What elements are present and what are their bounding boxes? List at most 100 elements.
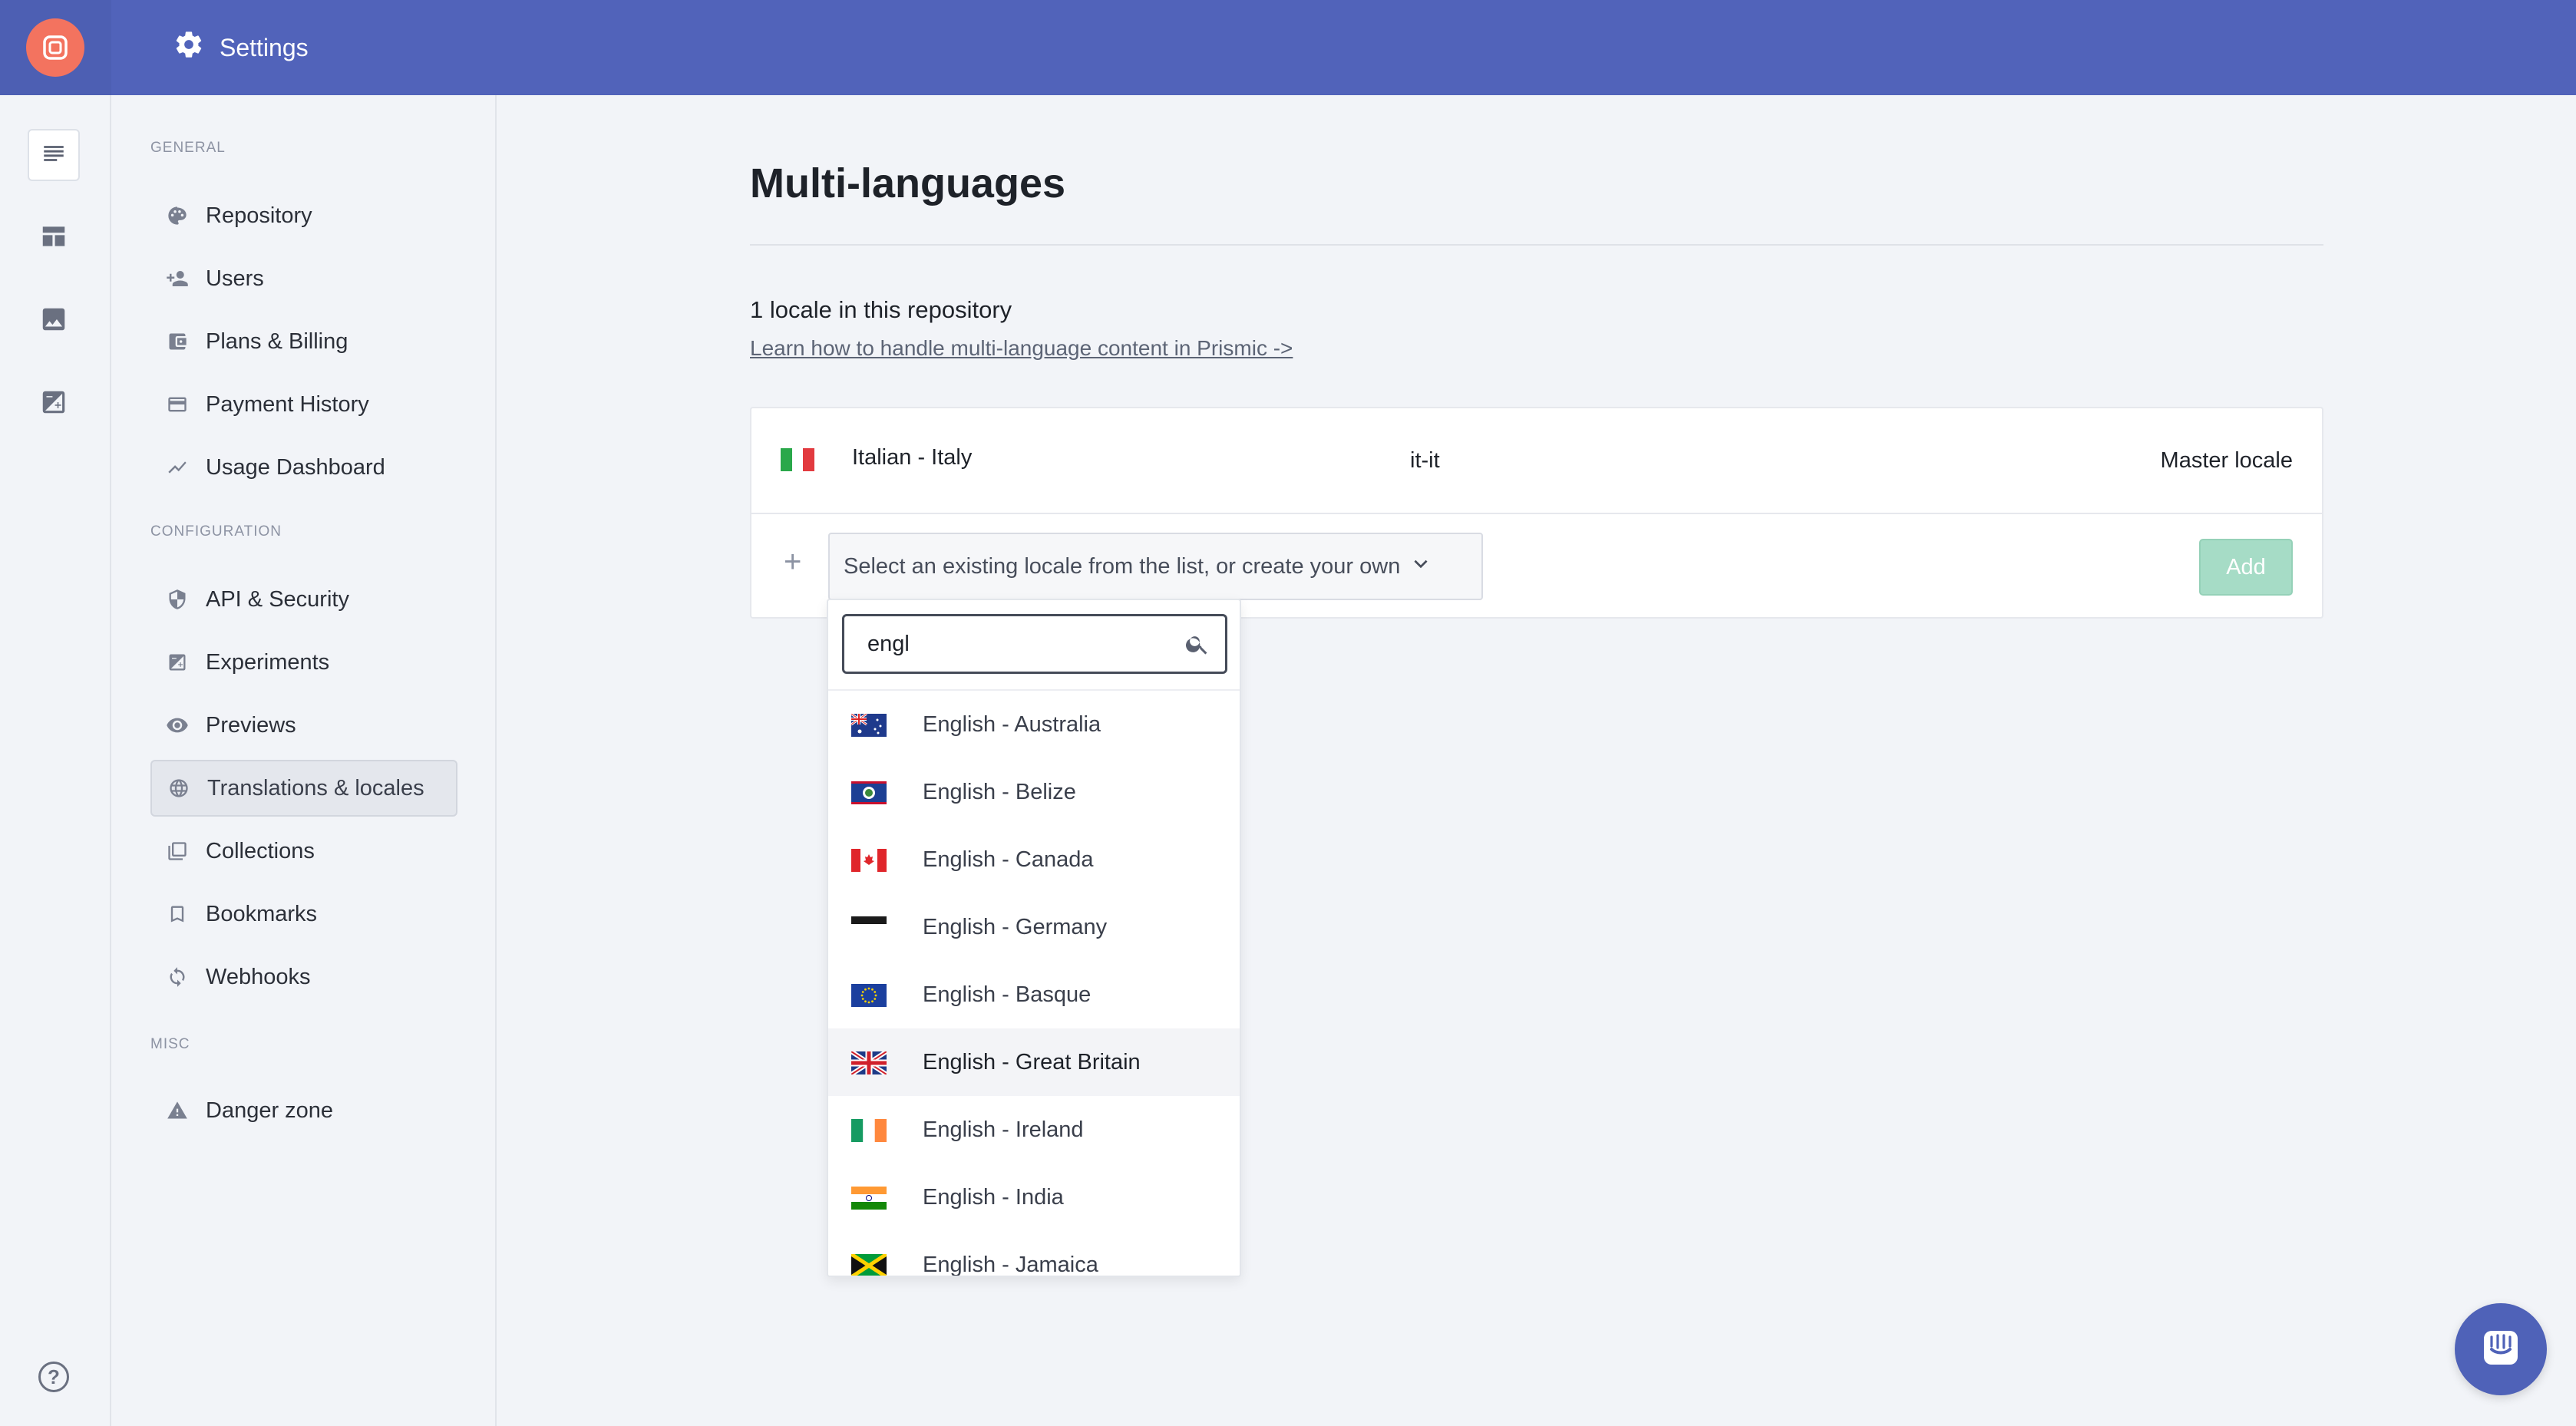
prismic-logo[interactable] [26,18,84,77]
plus-icon: + [784,545,802,579]
locale-option[interactable]: English - Belize [828,758,1240,826]
sidebar-item-label: Users [206,266,264,291]
page-header-title: Settings [220,33,309,61]
section-label-general: General [150,140,226,156]
sidebar-item-label: Usage Dashboard [206,454,385,480]
sidebar-item-experiments[interactable]: Experiments [150,634,457,691]
locale-option[interactable]: English - Australia [828,691,1240,758]
chevron-down-icon [1411,553,1431,579]
locale-code: it-it [1410,448,1440,473]
document-list-icon [41,140,67,170]
sidebar-item-webhooks[interactable]: Webhooks [150,949,457,1005]
locale-option-label: English - India [923,1184,1064,1210]
sidebar-item-label: API & Security [206,586,349,612]
add-user-icon [166,267,189,290]
image-icon [39,305,68,338]
eu-flag-icon [851,984,887,1007]
custom-types-nav-button[interactable] [28,212,80,264]
wallet-icon [166,330,189,353]
sidebar-item-users[interactable]: Users [150,250,457,307]
uk-flag-icon [851,1051,887,1074]
gear-icon [173,29,204,66]
page-header: Settings [173,28,309,68]
add-locale-button[interactable]: Add [2199,539,2293,596]
locale-option[interactable]: English - India [828,1164,1240,1231]
locale-option[interactable]: English - Germany [828,893,1240,961]
sidebar-item-usage-dashboard[interactable]: Usage Dashboard [150,439,457,496]
sidebar-item-payment-history[interactable]: Payment History [150,376,457,433]
divider [750,244,2323,246]
chat-icon [2479,1326,2522,1373]
italy-flag-icon [781,448,815,471]
palette-icon [166,204,189,227]
chat-support-button[interactable] [2455,1303,2547,1395]
sidebar-item-api-security[interactable]: API & Security [150,571,457,628]
germany-flag-icon [851,916,887,939]
icon-rail: ? [0,95,111,1426]
locale-option[interactable]: English - Great Britain [828,1028,1240,1096]
sidebar-item-label: Previews [206,712,296,738]
learn-more-link[interactable]: Learn how to handle multi-language conte… [750,336,1293,361]
locale-option-label: English - Basque [923,982,1091,1007]
sidebar-item-label: Bookmarks [206,901,318,926]
locale-option[interactable]: English - Jamaica [828,1231,1240,1277]
settings-sidebar: General Repository Users Plans & Billing… [111,95,497,1426]
sidebar-item-label: Translations & locales [207,775,424,800]
credit-card-icon [166,393,189,416]
table-layout-icon [39,222,68,255]
experiments-nav-button[interactable] [28,378,80,430]
sidebar-item-label: Danger zone [206,1098,334,1123]
sidebar-item-label: Experiments [206,649,330,675]
locale-option-label: English - Great Britain [923,1049,1141,1074]
bookmark-icon [166,903,189,926]
locale-dropdown: English - Australia English - Belize Eng… [827,599,1241,1277]
sidebar-item-translations-locales[interactable]: Translations & locales [150,760,457,817]
sync-icon [166,966,189,989]
sidebar-item-repository[interactable]: Repository [150,187,457,244]
locale-option-label: English - Germany [923,914,1108,939]
locale-option-label: English - Canada [923,847,1094,872]
sidebar-item-label: Repository [206,203,312,228]
sidebar-item-previews[interactable]: Previews [150,697,457,754]
locale-option[interactable]: English - Canada [828,826,1240,893]
warning-icon [166,1099,189,1122]
australia-flag-icon [851,714,887,737]
locale-select[interactable]: Select an existing locale from the list,… [828,533,1483,600]
locale-option-label: English - Ireland [923,1117,1084,1142]
locale-option[interactable]: English - Ireland [828,1096,1240,1164]
locales-card: Italian - Italy it-it Master locale + Se… [750,407,2323,619]
sidebar-item-bookmarks[interactable]: Bookmarks [150,886,457,942]
locale-option-label: English - Australia [923,711,1101,737]
divider [751,513,2322,514]
belize-flag-icon [851,781,887,804]
sidebar-item-label: Payment History [206,391,369,417]
top-bar: Settings [0,0,2576,95]
globe-icon [167,777,190,800]
locale-search-input[interactable] [842,614,1227,674]
locale-select-placeholder: Select an existing locale from the list,… [844,553,1401,579]
documents-nav-button[interactable] [28,129,80,181]
locale-option-label: English - Jamaica [923,1252,1098,1277]
experiment-icon [166,651,189,674]
ireland-flag-icon [851,1119,887,1142]
section-label-configuration: Configuration [150,523,282,540]
sidebar-item-label: Collections [206,838,315,863]
sidebar-item-label: Webhooks [206,964,311,989]
canada-flag-icon [851,849,887,872]
media-library-nav-button[interactable] [28,295,80,347]
experiment-icon [39,388,68,421]
sidebar-item-plans-billing[interactable]: Plans & Billing [150,313,457,370]
collections-icon [166,840,189,863]
eye-icon [166,714,189,737]
locale-name: Italian - Italy [852,445,973,470]
sidebar-item-label: Plans & Billing [206,328,348,354]
locale-option[interactable]: English - Basque [828,961,1240,1028]
search-icon [1184,631,1210,661]
shield-icon [166,588,189,611]
locale-count: 1 locale in this repository [750,296,1012,323]
sidebar-item-collections[interactable]: Collections [150,823,457,880]
locale-option-label: English - Belize [923,779,1076,804]
master-locale-badge: Master locale [2160,448,2293,473]
sidebar-item-danger-zone[interactable]: Danger zone [150,1082,457,1139]
help-icon[interactable]: ? [38,1362,69,1392]
